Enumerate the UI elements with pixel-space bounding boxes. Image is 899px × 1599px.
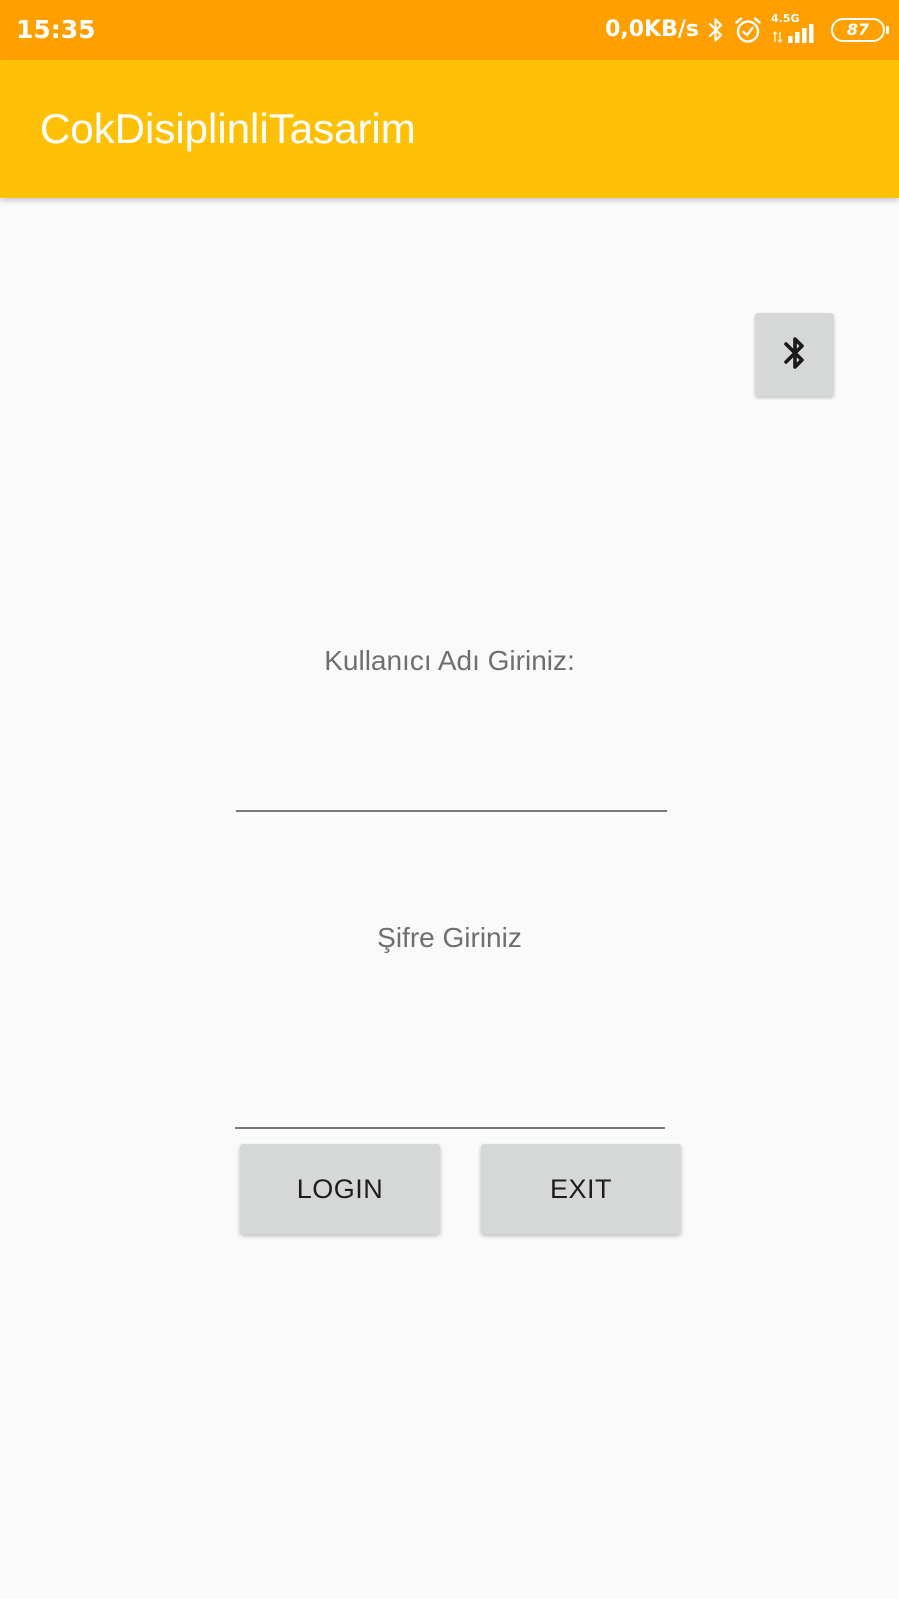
username-label: Kullanıcı Adı Giriniz: — [324, 645, 575, 676]
status-bar: 15:35 0,0KB/s 4.5G 87 — [0, 0, 899, 60]
app-title: CokDisiplinliTasarim — [40, 105, 416, 152]
status-icons: 0,0KB/s 4.5G 87 — [605, 13, 889, 46]
bluetooth-button[interactable] — [755, 313, 834, 396]
app-screen: 15:35 0,0KB/s 4.5G 87 CokDisiplinliTasar… — [0, 0, 899, 1599]
battery-level: 87 — [846, 20, 870, 39]
app-bar: CokDisiplinliTasarim — [0, 60, 899, 198]
status-time: 15:35 — [16, 15, 96, 44]
battery-nub — [886, 26, 889, 34]
signal-icon: 4.5G — [771, 13, 823, 45]
exit-button[interactable]: EXIT — [481, 1144, 681, 1234]
username-input[interactable] — [236, 764, 667, 812]
battery-icon: 87 — [831, 18, 889, 42]
password-input[interactable] — [235, 1081, 665, 1129]
bluetooth-icon — [781, 333, 809, 377]
bluetooth-icon — [707, 17, 725, 43]
login-button[interactable]: LOGIN — [240, 1144, 440, 1234]
alarm-icon — [733, 15, 763, 45]
network-speed: 0,0KB/s — [605, 17, 699, 42]
password-label: Şifre Giriniz — [377, 922, 522, 953]
